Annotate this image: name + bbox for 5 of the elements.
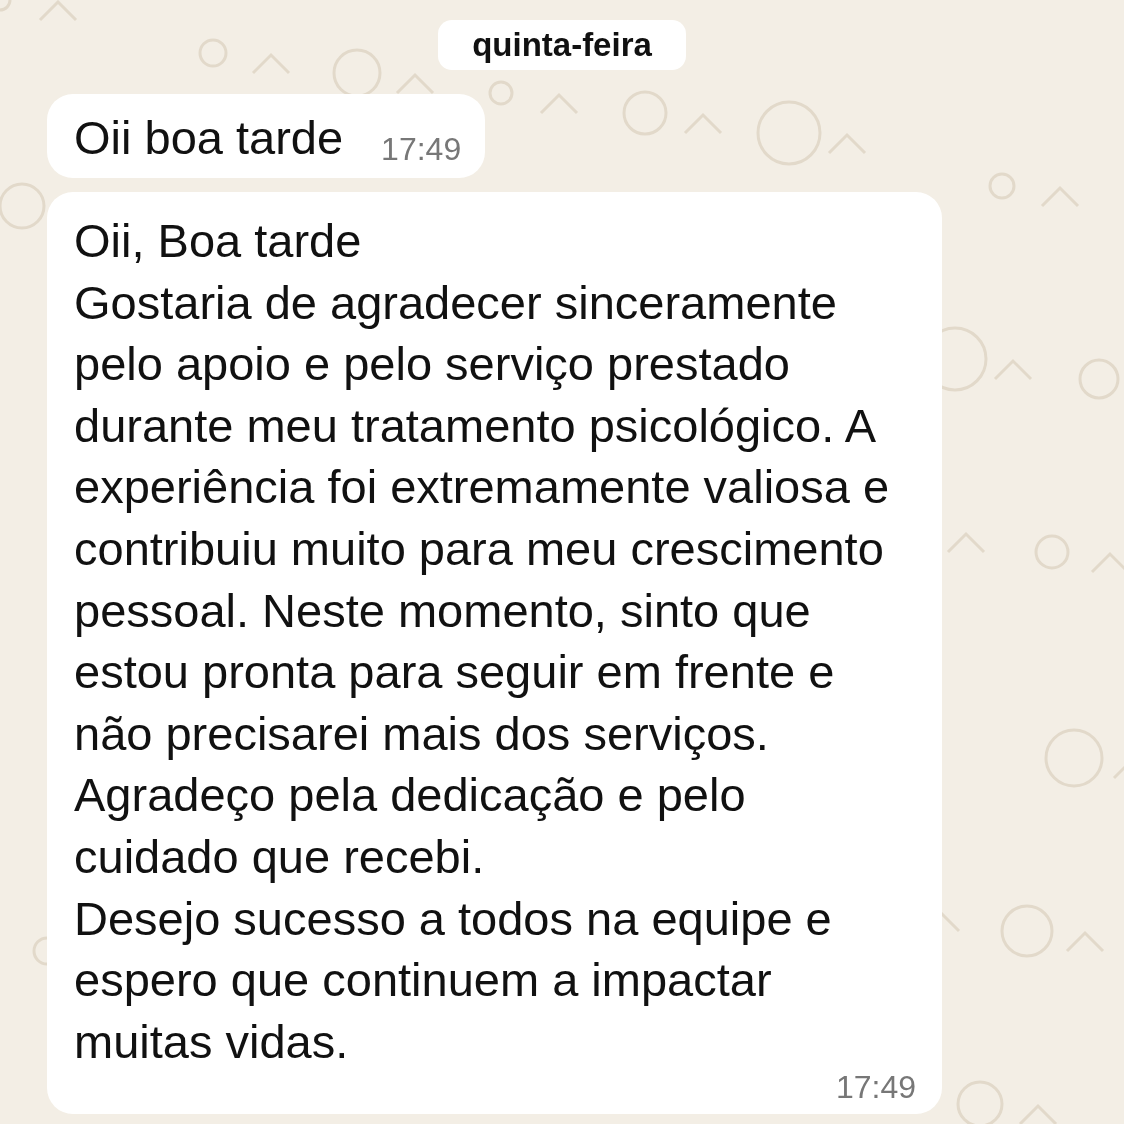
message-text: Oii, Boa tarde Gostaria de agradecer sinceramente pelo apoio e pelo serviço prestado durante meu tratamento psicológico. A experiência foi extremamente valiosa e contribuiu muito para meu crescimento pessoal. Neste momento, sinto que estou pronta para seguir em frente e não precisarei mais dos serviços. Agradeço pela dedicação e pelo cuidado que recebi. Desejo sucesso a todos na equipe e espero que continuem a impactar muitas vidas. [74,213,891,1070]
message-text: Oii boa tarde [74,110,344,166]
message-time: 17:49 [381,132,462,166]
message-time: 17:49 [835,1070,916,1105]
date-divider: quinta-feira [438,20,686,70]
